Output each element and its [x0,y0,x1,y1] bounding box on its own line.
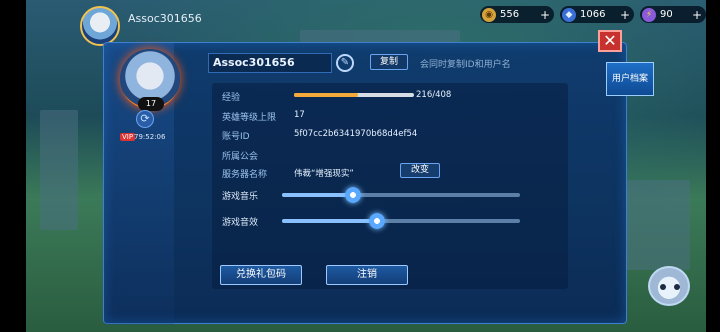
coin-value: 556 [500,9,520,20]
tab-user-profile[interactable]: 用户档案 [606,62,654,96]
crystal-add-icon[interactable]: + [620,8,630,22]
user-profile-dialog: 17 ⟳ VIP 79:52:06 Assoc301656 ✎ 复制 会同时复制… [103,42,627,325]
left-letterbox [0,0,26,332]
sfx-slider-knob[interactable] [369,213,386,229]
hero-cap-value: 17 [294,110,305,120]
edit-name-icon[interactable]: ✎ [336,54,354,72]
hud-player-name: Assoc301656 [128,12,202,25]
exp-label: 经验 [222,93,241,103]
coin-add-icon[interactable]: + [540,8,550,22]
close-button[interactable]: ✕ [598,30,622,52]
vip-timer: 79:52:06 [134,133,166,141]
energy-add-icon[interactable]: + [692,8,702,22]
server-value: 伟裁“增强现实” [294,169,354,179]
robot-eye-icon [660,284,666,290]
sfx-slider-fill [282,219,378,223]
right-letterbox [706,0,720,332]
coin-icon: ◉ [482,7,496,22]
vip-badge: VIP [120,133,136,141]
crystal-icon: ◆ [562,7,576,22]
sfx-slider[interactable] [282,213,520,229]
exp-value: 216/408 [416,90,452,100]
exp-bar [294,93,414,97]
crystal-counter[interactable]: ◆ 1066 + [560,6,634,23]
change-server-button[interactable]: 改变 [400,163,440,178]
music-slider-fill [282,193,354,197]
exp-bar-fill [294,93,358,97]
logout-button[interactable]: 注销 [326,265,408,285]
music-label: 游戏音乐 [222,192,259,202]
energy-counter[interactable]: ⚡ 90 + [640,6,706,23]
account-id-value: 5f07cc2b6341970b68d4ef54 [294,129,418,139]
sync-icon[interactable]: ⟳ [136,110,154,128]
music-slider-knob[interactable] [345,187,362,203]
robot-eye-icon [674,284,680,290]
hud-avatar[interactable] [80,6,120,46]
account-id-label: 账号ID [222,132,250,142]
copy-hint: 会同时复制ID和用户名 [420,60,511,70]
guild-label: 所属公会 [222,152,259,162]
energy-value: 90 [660,9,673,20]
crystal-value: 1066 [580,9,606,20]
level-badge: 17 [138,97,164,111]
username-field: Assoc301656 [208,53,332,73]
copy-button[interactable]: 复制 [370,54,408,70]
coin-counter[interactable]: ◉ 556 + [480,6,554,23]
redeem-code-button[interactable]: 兑换礼包码 [220,265,302,285]
robot-mascot[interactable] [648,266,690,306]
sfx-label: 游戏音效 [222,218,259,228]
server-label: 服务器名称 [222,170,268,180]
music-slider[interactable] [282,187,520,203]
energy-icon: ⚡ [642,7,656,22]
hero-cap-label: 英雄等级上限 [222,113,277,123]
